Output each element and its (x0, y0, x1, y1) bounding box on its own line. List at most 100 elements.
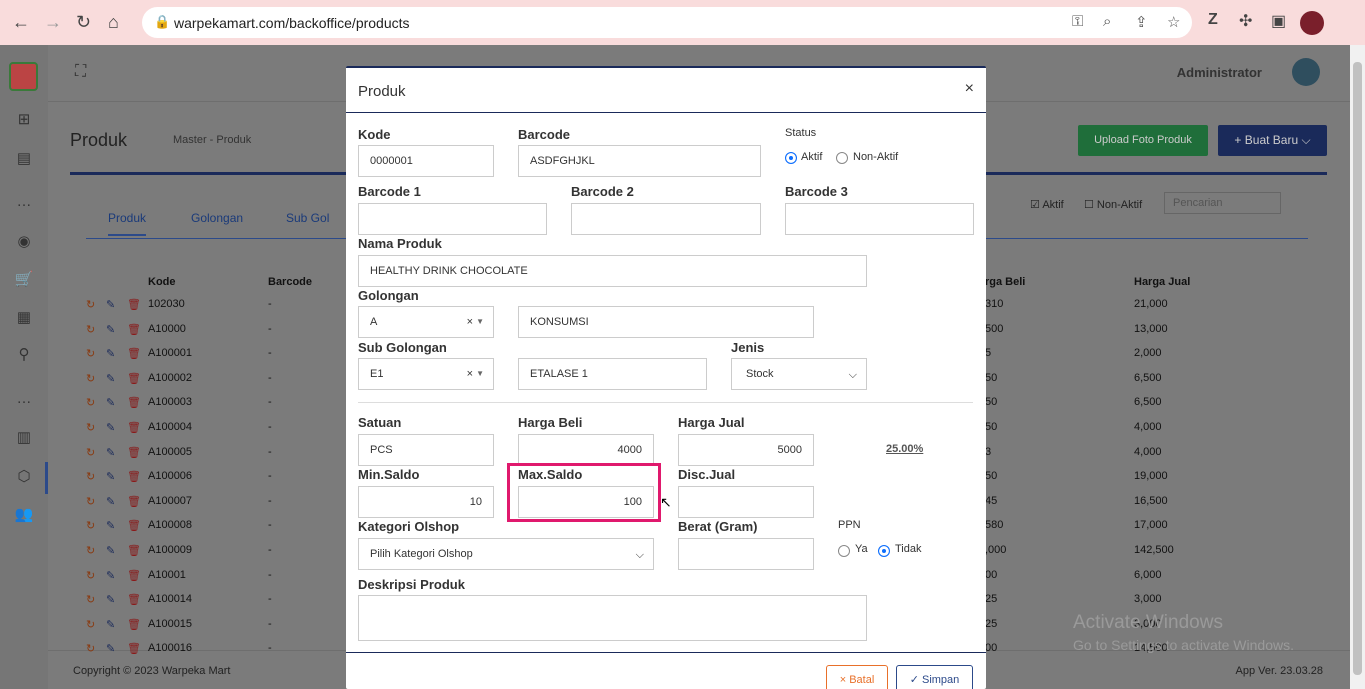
delete-icon[interactable]: 🗑 (127, 421, 141, 434)
delete-icon[interactable]: 🗑 (127, 519, 141, 532)
delete-icon[interactable]: 🗑 (127, 495, 141, 508)
ppn-tidak-radio[interactable] (878, 545, 890, 557)
back-icon[interactable]: ← (12, 12, 30, 33)
edit-icon[interactable]: ✎ (106, 470, 115, 483)
caret-down-icon[interactable]: ▼ (476, 359, 484, 389)
lock-icon[interactable]: 🔒 (154, 14, 170, 30)
puzzle-icon[interactable]: ✣ (1239, 11, 1252, 31)
ppn-ya-radio[interactable] (838, 545, 850, 557)
cancel-button[interactable]: × Batal (826, 665, 888, 689)
extension-z-icon[interactable]: Z (1208, 11, 1218, 29)
tab-produk[interactable]: Produk (108, 211, 147, 236)
close-icon[interactable]: × (965, 80, 974, 98)
edit-icon[interactable]: ✎ (106, 495, 115, 508)
kategori-olshop-select[interactable]: Pilih Kategori Olshop ⌵ (358, 538, 654, 570)
fullscreen-icon[interactable]: ⛶ (75, 63, 86, 81)
jenis-select[interactable]: Stock ⌵ (731, 358, 867, 390)
refresh-icon[interactable]: ↻ (86, 323, 95, 336)
refresh-icon[interactable]: ↻ (86, 519, 95, 532)
clear-icon[interactable]: × (467, 307, 473, 337)
delete-icon[interactable]: 🗑 (127, 642, 141, 655)
edit-icon[interactable]: ✎ (106, 544, 115, 557)
min-saldo-field[interactable]: 10 (358, 486, 494, 518)
kode-field[interactable]: 0000001 (358, 145, 494, 177)
golongan-select[interactable]: A × ▼ (358, 306, 494, 338)
avatar[interactable] (1292, 58, 1320, 86)
cart-icon[interactable]: 🛒 (14, 270, 34, 288)
edit-icon[interactable]: ✎ (106, 396, 115, 409)
disc-jual-field[interactable] (678, 486, 814, 518)
book-icon[interactable]: ▥ (14, 428, 34, 446)
box-icon[interactable]: ⬡ (14, 467, 34, 485)
edit-icon[interactable]: ✎ (106, 593, 115, 606)
sub-golongan-select[interactable]: E1 × ▼ (358, 358, 494, 390)
refresh-icon[interactable]: ↻ (86, 569, 95, 582)
edit-icon[interactable]: ✎ (106, 421, 115, 434)
refresh-icon[interactable]: ↻ (86, 396, 95, 409)
nama-produk-field[interactable]: HEALTHY DRINK CHOCOLATE (358, 255, 867, 287)
delete-icon[interactable]: 🗑 (127, 618, 141, 631)
share-icon[interactable]: ⇪ (1135, 13, 1148, 31)
edit-icon[interactable]: ✎ (106, 642, 115, 655)
refresh-icon[interactable]: ↻ (86, 372, 95, 385)
delete-icon[interactable]: 🗑 (127, 323, 141, 336)
scrollbar[interactable] (1350, 45, 1365, 689)
refresh-icon[interactable]: ↻ (86, 298, 95, 311)
harga-beli-field[interactable]: 4000 (518, 434, 654, 466)
filter-aktif[interactable]: ☑ Aktif (1030, 198, 1064, 211)
refresh-icon[interactable]: ↻ (86, 544, 95, 557)
col-kode[interactable]: Kode (148, 276, 176, 288)
barcode3-field[interactable] (785, 203, 974, 235)
refresh-icon[interactable]: ↻ (86, 470, 95, 483)
star-icon[interactable]: ☆ (1167, 13, 1180, 31)
upload-photo-button[interactable]: Upload Foto Produk (1078, 125, 1208, 156)
tab-sub-golongan[interactable]: Sub Gol (286, 211, 329, 225)
col-barcode[interactable]: Barcode (268, 276, 312, 288)
delete-icon[interactable]: 🗑 (127, 347, 141, 360)
attachment-icon[interactable]: ⚲ (14, 345, 34, 363)
barcode1-field[interactable] (358, 203, 547, 235)
barcode2-field[interactable] (571, 203, 761, 235)
table-search-input[interactable]: Pencarian (1164, 192, 1281, 214)
clear-icon[interactable]: × (467, 359, 473, 389)
users-icon[interactable]: 👥 (14, 505, 34, 523)
edit-icon[interactable]: ✎ (106, 323, 115, 336)
status-aktif-radio[interactable] (785, 152, 797, 164)
dashboard-icon[interactable]: ⊞ (14, 110, 34, 128)
berat-field[interactable] (678, 538, 814, 570)
delete-icon[interactable]: 🗑 (127, 446, 141, 459)
edit-icon[interactable]: ✎ (106, 519, 115, 532)
admin-name[interactable]: Administrator (1177, 65, 1262, 80)
status-nonaktif-radio[interactable] (836, 152, 848, 164)
caret-down-icon[interactable]: ▼ (476, 307, 484, 337)
scrollbar-thumb[interactable] (1353, 62, 1362, 675)
tab-golongan[interactable]: Golongan (191, 211, 243, 225)
address-bar[interactable]: 🔒 warpekamart.com/backoffice/products ⚿ … (142, 7, 1192, 38)
delete-icon[interactable]: 🗑 (127, 544, 141, 557)
refresh-icon[interactable]: ↻ (86, 593, 95, 606)
refresh-icon[interactable]: ↻ (86, 421, 95, 434)
refresh-icon[interactable]: ↻ (86, 495, 95, 508)
edit-icon[interactable]: ✎ (106, 298, 115, 311)
refresh-icon[interactable]: ↻ (86, 642, 95, 655)
barcode-field[interactable]: ASDFGHJKL (518, 145, 761, 177)
profile-icon[interactable] (1300, 11, 1324, 35)
margin-percent[interactable]: 25.00% (886, 443, 923, 455)
reload-icon[interactable]: ↻ (76, 12, 91, 33)
delete-icon[interactable]: 🗑 (127, 470, 141, 483)
key-icon[interactable]: ⚿ (1072, 13, 1083, 30)
edit-icon[interactable]: ✎ (106, 372, 115, 385)
forward-icon[interactable]: → (44, 12, 62, 33)
calculator-icon[interactable]: ▦ (14, 308, 34, 326)
filter-non-aktif[interactable]: ☐ Non-Aktif (1084, 198, 1142, 211)
harga-jual-field[interactable]: 5000 (678, 434, 814, 466)
edit-icon[interactable]: ✎ (106, 569, 115, 582)
sidepanel-icon[interactable]: ▣ (1271, 11, 1286, 31)
app-logo[interactable] (9, 62, 38, 91)
satuan-field[interactable]: PCS (358, 434, 494, 466)
delete-icon[interactable]: 🗑 (127, 593, 141, 606)
deskripsi-textarea[interactable] (358, 595, 867, 641)
delete-icon[interactable]: 🗑 (127, 569, 141, 582)
clipboard-icon[interactable]: ▤ (14, 149, 34, 167)
edit-icon[interactable]: ✎ (106, 446, 115, 459)
